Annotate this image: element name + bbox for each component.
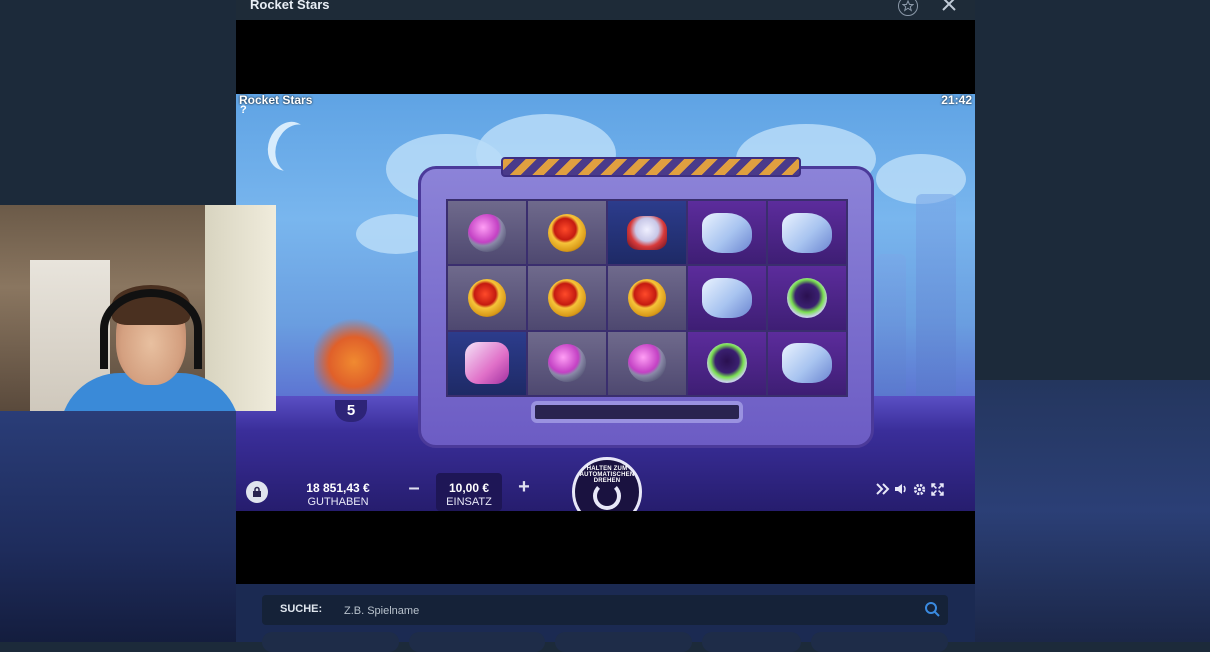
nav-pill-1[interactable] xyxy=(262,632,399,652)
gold-gem-icon xyxy=(548,213,586,252)
webcam-curtain xyxy=(205,205,276,411)
bet-label: EINSATZ xyxy=(446,496,492,508)
sound-button[interactable] xyxy=(894,482,908,496)
reel-cell xyxy=(768,266,846,330)
close-icon xyxy=(942,0,956,11)
game-controls: 18 851,43 € GUTHABEN – 10,00 € EINSATZ +… xyxy=(236,457,975,511)
headphones-icon xyxy=(100,289,202,369)
decrease-bet-button[interactable]: – xyxy=(406,478,422,498)
glove-icon xyxy=(782,212,832,253)
gear-icon xyxy=(913,483,925,495)
speaker-icon xyxy=(895,484,906,494)
gold-gem-icon xyxy=(628,278,666,317)
fullscreen-button[interactable] xyxy=(930,482,944,496)
machine-top-stripe xyxy=(501,157,801,177)
moon-icon xyxy=(269,119,324,180)
game-title: Rocket Stars xyxy=(239,94,313,107)
alien-icon xyxy=(787,277,827,318)
spin-button[interactable]: HALTEN ZUM AUTOMATISCHEN DREHEN xyxy=(572,457,642,511)
game-search-bar: SUCHE: xyxy=(262,595,948,625)
reel-cell xyxy=(688,201,766,265)
reel-cell xyxy=(528,331,606,395)
lock-button[interactable] xyxy=(246,481,268,503)
game-settings-icons xyxy=(876,482,944,496)
nav-pill-2[interactable] xyxy=(408,632,546,652)
win-display-bar xyxy=(531,401,743,423)
reel-cell xyxy=(528,266,606,330)
casino-background-right xyxy=(975,380,1210,642)
turbo-button[interactable] xyxy=(876,482,890,496)
reel-cell xyxy=(768,201,846,265)
pink-gem-icon xyxy=(468,213,506,252)
game-frame: Rocket Stars ? 21:42 5 18 851,43 € GUTHA… xyxy=(236,20,975,584)
window-title: Rocket Stars xyxy=(250,0,330,12)
webcam-overlay xyxy=(0,205,276,411)
reel-grid xyxy=(446,199,848,397)
alien-icon xyxy=(707,343,747,384)
fullscreen-icon xyxy=(930,482,944,496)
reel-cell xyxy=(608,201,686,265)
settings-button[interactable] xyxy=(912,482,926,496)
reel-cell xyxy=(688,266,766,330)
nav-pill-3[interactable] xyxy=(555,632,693,652)
pink-gem-icon xyxy=(628,344,666,383)
slot-machine xyxy=(418,157,874,448)
reel-cell xyxy=(688,331,766,395)
boots-icon xyxy=(465,342,509,385)
balance-label: GUTHABEN xyxy=(307,496,369,508)
gold-gem-icon xyxy=(468,278,506,317)
glove-icon xyxy=(702,212,752,253)
game-canvas[interactable]: Rocket Stars ? 21:42 5 18 851,43 € GUTHA… xyxy=(236,94,975,511)
search-icon[interactable] xyxy=(924,601,940,617)
favorite-button[interactable] xyxy=(898,0,918,16)
glove-icon xyxy=(702,277,752,318)
casino-background-left xyxy=(0,410,236,642)
balance-value: 18 851,43 € xyxy=(306,481,370,495)
gold-gem-icon xyxy=(548,278,586,317)
reel-cell xyxy=(608,331,686,395)
clock: 21:42 xyxy=(941,94,972,107)
search-label: SUCHE: xyxy=(280,603,323,615)
game-window-header: Rocket Stars xyxy=(236,0,975,20)
pink-gem-icon xyxy=(548,344,586,383)
glove-icon xyxy=(782,343,832,384)
search-input[interactable] xyxy=(342,600,906,622)
rocket-icon xyxy=(627,215,667,250)
reel-cell xyxy=(448,266,526,330)
bet-display: 10,00 € EINSATZ xyxy=(436,473,502,511)
city-tower xyxy=(876,254,906,414)
turbo-icon xyxy=(876,483,890,495)
nav-pill-4[interactable] xyxy=(702,632,802,652)
reel-cell xyxy=(448,201,526,265)
spin-arrows-icon xyxy=(593,482,621,510)
rocket-creature-decoration xyxy=(314,314,394,394)
increase-bet-button[interactable]: + xyxy=(516,477,532,497)
reel-cell xyxy=(448,331,526,395)
nav-pill-5[interactable] xyxy=(811,632,949,652)
lock-icon xyxy=(253,486,261,497)
help-button[interactable]: ? xyxy=(240,104,247,116)
reel-cell xyxy=(608,266,686,330)
city-tower xyxy=(916,194,956,414)
bet-value: 10,00 € xyxy=(448,481,490,495)
star-icon xyxy=(902,0,914,12)
reel-cell xyxy=(768,331,846,395)
close-button[interactable] xyxy=(938,0,960,16)
category-nav xyxy=(262,632,949,652)
reel-cell xyxy=(528,201,606,265)
